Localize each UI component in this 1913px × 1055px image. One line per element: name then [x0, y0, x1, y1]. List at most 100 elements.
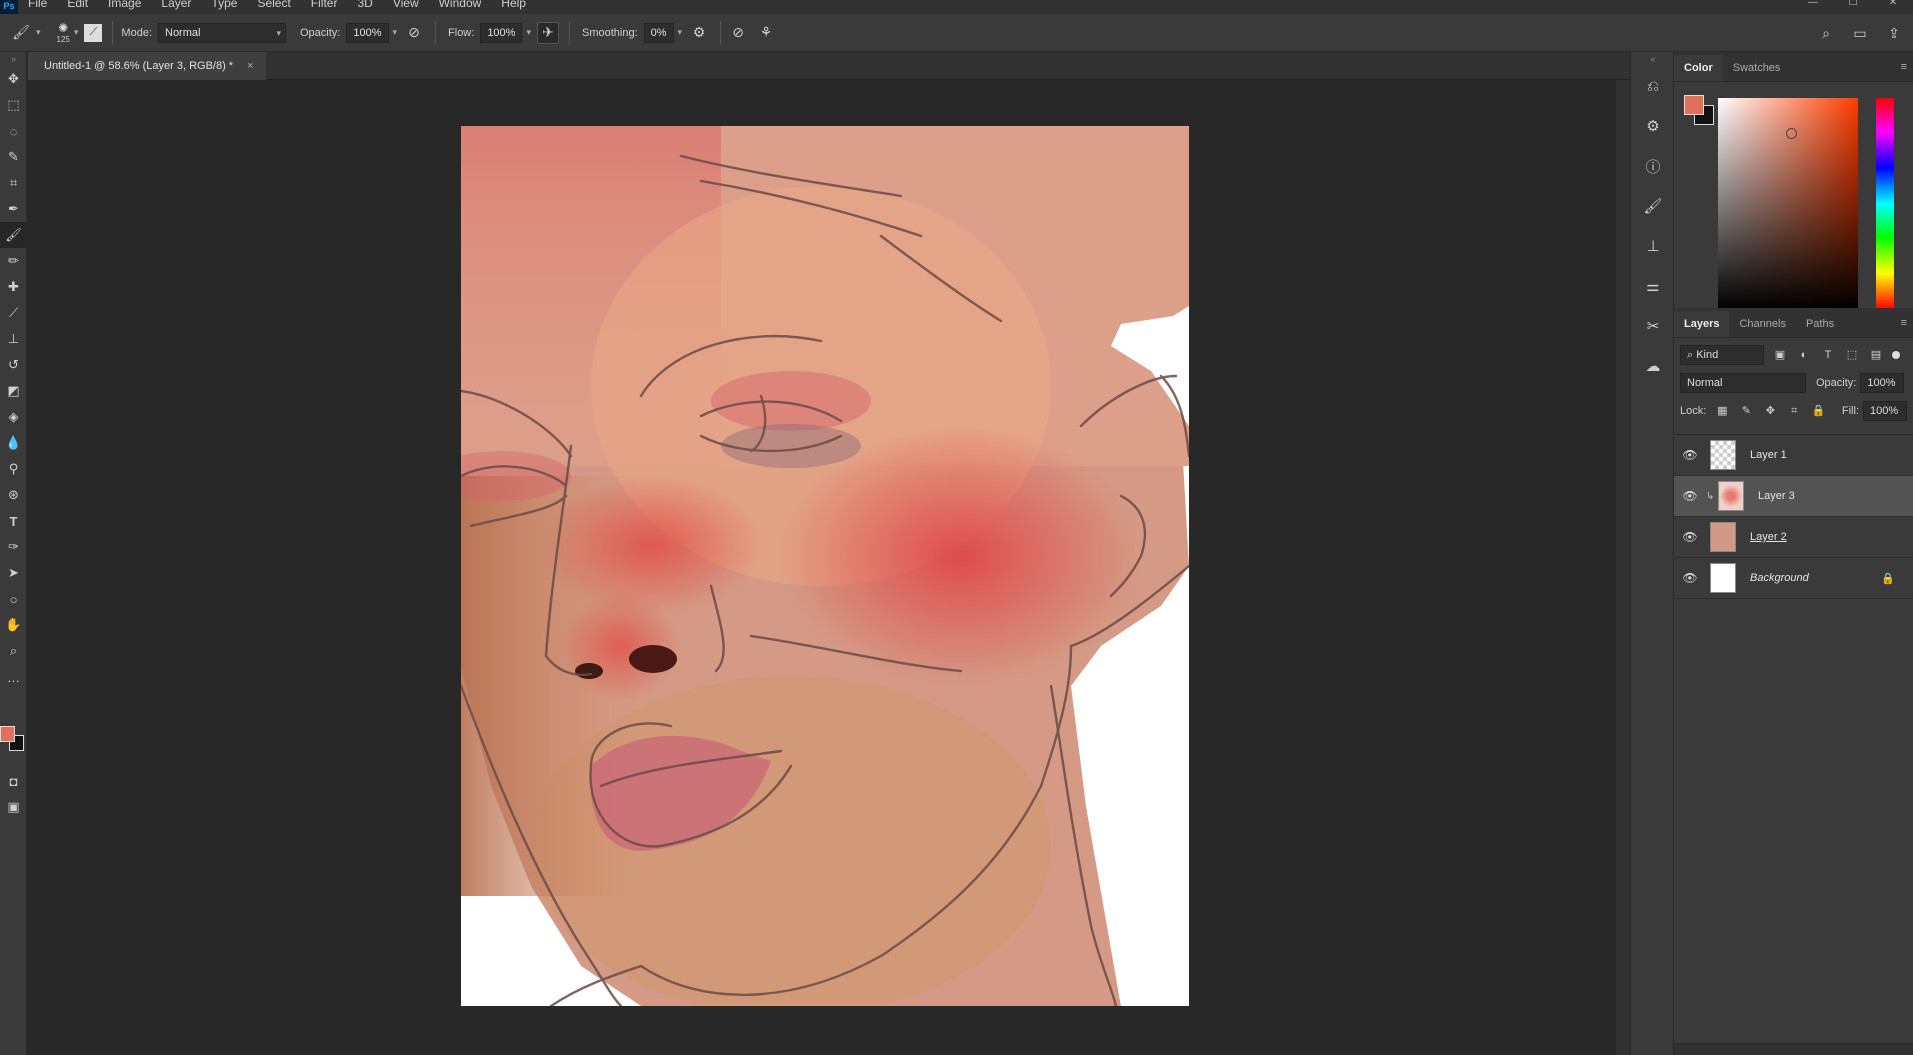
brush-settings-toggle-icon[interactable]: ⟋: [84, 23, 103, 42]
tab-paths[interactable]: Paths: [1796, 311, 1844, 337]
foreground-color-swatch[interactable]: [0, 726, 15, 742]
pencil-tool-icon[interactable]: ✏: [0, 248, 27, 274]
tab-swatches[interactable]: Swatches: [1723, 55, 1791, 81]
foreground-color-chip[interactable]: [1684, 95, 1704, 115]
minimize-button[interactable]: —: [1793, 0, 1833, 10]
search-icon[interactable]: ⌕: [1815, 22, 1837, 44]
airbrush-icon[interactable]: ✈: [536, 21, 559, 44]
lasso-tool-icon[interactable]: ◌: [0, 118, 27, 144]
share-icon[interactable]: ⇪: [1883, 22, 1905, 44]
adjustment-filter-icon[interactable]: ◐: [1796, 347, 1812, 363]
hue-slider[interactable]: [1876, 98, 1894, 309]
eye-icon[interactable]: 👁: [1680, 489, 1700, 503]
flow-field[interactable]: 100%: [480, 22, 523, 43]
clone-source-icon[interactable]: ⊥: [1631, 226, 1675, 266]
eye-icon[interactable]: 👁: [1680, 530, 1700, 544]
maximize-button[interactable]: ☐: [1833, 0, 1873, 10]
history-panel-icon[interactable]: ⎌: [1631, 66, 1675, 106]
eraser-tool-icon[interactable]: ◩: [0, 378, 27, 404]
creative-cloud-libraries-icon[interactable]: ☁: [1631, 346, 1675, 386]
smoothing-field[interactable]: 0%: [643, 22, 674, 43]
brush-presets-icon[interactable]: ⚙: [1631, 106, 1675, 146]
menu-help[interactable]: Help: [491, 0, 536, 14]
pen-tool-icon[interactable]: ✑: [0, 534, 27, 560]
fill-field[interactable]: 100%: [1863, 401, 1907, 421]
panel-menu-icon[interactable]: ≡: [1901, 61, 1907, 73]
more-tools-icon[interactable]: …: [0, 664, 27, 690]
menu-filter[interactable]: Filter: [301, 0, 348, 14]
paint-bucket-tool-icon[interactable]: ◈: [0, 404, 27, 430]
blur-tool-icon[interactable]: 💧: [0, 430, 27, 456]
layer-filter-dropdown[interactable]: ⌕ Kind: [1680, 345, 1764, 365]
close-icon[interactable]: ×: [247, 60, 253, 72]
clone-stamp-tool-icon[interactable]: ⊥: [0, 326, 27, 352]
lock-artboard-icon[interactable]: ⌗: [1786, 403, 1802, 419]
menu-select[interactable]: Select: [247, 0, 300, 14]
layer-row-layer-3[interactable]: 👁 ↳ Layer 3: [1674, 476, 1913, 517]
screen-mode-icon[interactable]: ▣: [0, 794, 27, 820]
vertical-scrollbar[interactable]: [1616, 80, 1630, 1055]
history-brush-tool-icon[interactable]: ↺: [0, 352, 27, 378]
tab-channels[interactable]: Channels: [1729, 311, 1795, 337]
layer-row-layer-1[interactable]: 👁 Layer 1: [1674, 435, 1913, 476]
symmetry-icon[interactable]: ⚘: [755, 22, 777, 44]
collapse-arrows-icon[interactable]: «: [1631, 52, 1675, 66]
menu-view[interactable]: View: [383, 0, 429, 14]
healing-brush-tool-icon[interactable]: ✚: [0, 274, 27, 300]
document-canvas[interactable]: [461, 126, 1189, 1006]
close-window-button[interactable]: ✕: [1873, 0, 1913, 10]
ellipse-tool-icon[interactable]: ○: [0, 586, 27, 612]
pressure-size-icon[interactable]: ⊘: [727, 22, 749, 44]
layer-opacity-field[interactable]: 100%: [1860, 373, 1905, 393]
tool-presets-icon[interactable]: ✂: [1631, 306, 1675, 346]
blend-mode-dropdown[interactable]: Normal: [1680, 373, 1806, 393]
lock-transparent-icon[interactable]: ▦: [1714, 403, 1730, 419]
path-selection-tool-icon[interactable]: ➤: [0, 560, 27, 586]
menu-window[interactable]: Window: [429, 0, 492, 14]
color-field[interactable]: [1718, 98, 1858, 309]
eye-icon[interactable]: 👁: [1680, 571, 1700, 585]
opacity-field[interactable]: 100%: [346, 22, 389, 43]
mode-dropdown[interactable]: Normal ▾: [158, 22, 286, 43]
menu-layer[interactable]: Layer: [151, 0, 201, 14]
hand-tool-icon[interactable]: ✋: [0, 612, 27, 638]
eye-icon[interactable]: 👁: [1680, 448, 1700, 462]
brush-tool-icon[interactable]: 🖌: [0, 222, 27, 248]
brush-settings-icon[interactable]: 🖌: [1631, 186, 1675, 226]
chevron-down-icon[interactable]: ▾: [393, 27, 398, 38]
chevron-down-icon[interactable]: ▾: [74, 27, 79, 38]
chevron-down-icon[interactable]: ▾: [678, 27, 683, 38]
layer-row-background[interactable]: 👁 Background 🔒: [1674, 558, 1913, 599]
panel-menu-icon[interactable]: ≡: [1901, 317, 1907, 329]
color-picker-cursor[interactable]: [1786, 128, 1797, 139]
move-tool-icon[interactable]: ✥: [0, 66, 27, 92]
brush-tool-preset-icon[interactable]: 🖌: [10, 22, 32, 44]
adjustments-icon[interactable]: ⚌: [1631, 266, 1675, 306]
filter-toggle[interactable]: [1892, 351, 1900, 359]
mixer-brush-tool-icon[interactable]: ⟋: [0, 300, 27, 326]
tab-layers[interactable]: Layers: [1674, 311, 1730, 337]
marquee-tool-icon[interactable]: ⬚: [0, 92, 27, 118]
menu-edit[interactable]: Edit: [57, 0, 98, 14]
eyedropper-tool-icon[interactable]: ✒: [0, 196, 27, 222]
dodge-tool-icon[interactable]: ⚲: [0, 456, 27, 482]
info-icon[interactable]: ⓘ: [1631, 146, 1675, 186]
brush-picker[interactable]: ✺ 125: [57, 21, 70, 44]
pressure-opacity-icon[interactable]: ⊘: [403, 22, 425, 44]
lock-pixels-icon[interactable]: ✎: [1738, 403, 1754, 419]
sponge-tool-icon[interactable]: ⊛: [0, 482, 27, 508]
canvas-area[interactable]: [28, 80, 1616, 1055]
type-tool-icon[interactable]: T: [0, 508, 27, 534]
document-tab[interactable]: Untitled-1 @ 58.6% (Layer 3, RGB/8) * ×: [28, 52, 266, 80]
chevron-down-icon[interactable]: ▾: [526, 27, 531, 38]
quick-mask-icon[interactable]: ◘: [0, 768, 27, 794]
workspace-icon[interactable]: ▭: [1849, 22, 1871, 44]
collapse-arrows-icon[interactable]: »: [0, 52, 27, 66]
smart-object-filter-icon[interactable]: ▤: [1868, 347, 1884, 363]
lock-all-icon[interactable]: 🔒: [1810, 403, 1826, 419]
zoom-tool-icon[interactable]: ⌕: [0, 638, 27, 664]
type-filter-icon[interactable]: T: [1820, 347, 1836, 363]
menu-image[interactable]: Image: [98, 0, 151, 14]
tab-color[interactable]: Color: [1674, 55, 1723, 81]
shape-filter-icon[interactable]: ⬚: [1844, 347, 1860, 363]
